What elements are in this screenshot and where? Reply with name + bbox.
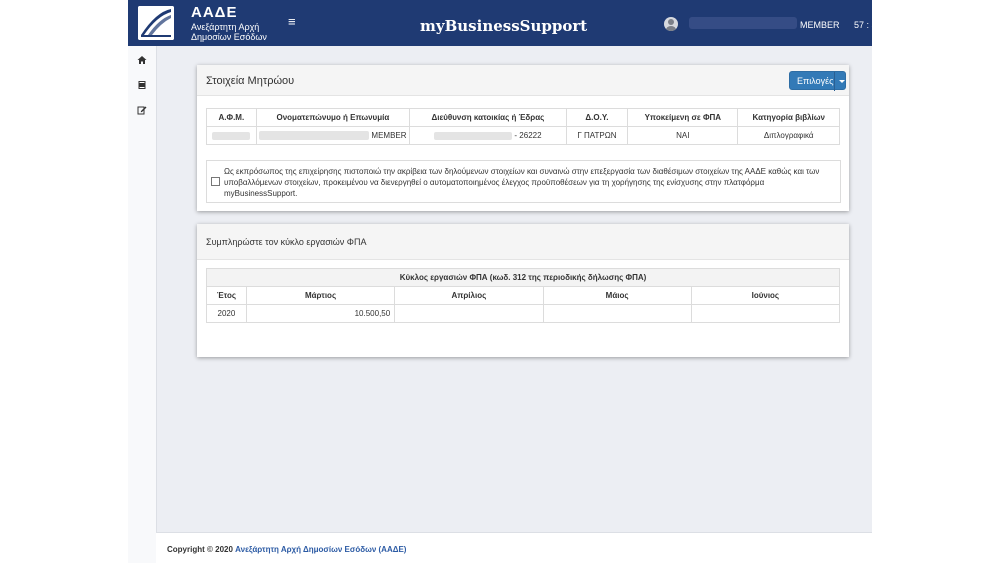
- book-category-cell: Διπλογραφικά: [737, 126, 840, 145]
- year-cell: 2020: [206, 304, 247, 323]
- name-redacted: [259, 131, 370, 141]
- logo-title: ΑΑΔΕ: [191, 4, 238, 21]
- home-icon[interactable]: [136, 55, 148, 67]
- may-input[interactable]: [542, 304, 692, 323]
- name-suffix: MEMBER: [371, 130, 407, 140]
- col-april: Απρίλιος: [394, 286, 544, 305]
- session-timer: 57 : 5: [854, 20, 872, 30]
- col-june: Ιούνιος: [690, 286, 841, 305]
- col-may: Μάιος: [542, 286, 692, 305]
- address-suffix: - 26222: [514, 131, 542, 140]
- registry-panel-header: Στοιχεία Μητρώου Επιλογές: [197, 65, 849, 96]
- options-label: Επιλογές: [797, 76, 834, 86]
- col-name: Ονοματεπώνυμο ή Επωνυμία: [255, 108, 411, 127]
- col-year: Έτος: [206, 286, 247, 305]
- address-cell: - 26222: [409, 126, 567, 145]
- menu-toggle-icon[interactable]: ≡: [288, 14, 296, 29]
- vat-subject-cell: ΝΑΙ: [627, 126, 739, 145]
- app-title: myBusinessSupport: [420, 17, 588, 35]
- vat-table-caption: Κύκλος εργασιών ΦΠΑ (κωδ. 312 της περιοδ…: [206, 268, 840, 287]
- footer-copyright: Copyright © 2020 Ανεξάρτητη Αρχή Δημοσίω…: [167, 545, 406, 554]
- march-input[interactable]: 10.500,50: [245, 304, 396, 323]
- aade-link[interactable]: Ανεξάρτητη Αρχή Δημοσίων Εσόδων (ΑΑΔΕ): [235, 545, 406, 554]
- address-redacted: [434, 131, 513, 140]
- afm-cell: [206, 126, 257, 145]
- col-tax-office: Δ.Ο.Υ.: [565, 108, 629, 127]
- edit-icon[interactable]: [136, 105, 148, 117]
- table-row: MEMBER - 26222 Γ ΠΑΤΡΩΝ ΝΑΙ Διπλογραφικά: [206, 126, 840, 145]
- vat-cycle-panel: Συμπληρώστε τον κύκλο εργασιών ΦΠΑ Κύκλο…: [197, 224, 849, 357]
- registry-table: Α.Φ.Μ. Ονοματεπώνυμο ή Επωνυμία Διεύθυνσ…: [206, 108, 840, 145]
- aade-logo-icon[interactable]: [138, 6, 174, 40]
- sidebar: [128, 46, 157, 563]
- logo-subtitle: Ανεξάρτητη Αρχή Δημοσίων Εσόδων: [191, 22, 267, 42]
- user-avatar-icon[interactable]: [664, 17, 678, 31]
- col-address: Διεύθυνση κατοικίας ή Έδρας: [409, 108, 567, 127]
- june-input[interactable]: [690, 304, 841, 323]
- vat-cycle-title: Συμπληρώστε τον κύκλο εργασιών ΦΠΑ: [206, 237, 367, 247]
- copyright-prefix: Copyright © 2020: [167, 545, 233, 554]
- name-cell: MEMBER: [255, 126, 411, 145]
- options-separator: [834, 72, 835, 91]
- tax-office-cell: Γ ΠΑΤΡΩΝ: [565, 126, 629, 145]
- registry-title: Στοιχεία Μητρώου: [206, 75, 295, 87]
- top-bar: ΑΑΔΕ Ανεξάρτητη Αρχή Δημοσίων Εσόδων ≡ m…: [128, 0, 872, 46]
- registry-header-row: Α.Φ.Μ. Ονοματεπώνυμο ή Επωνυμία Διεύθυνσ…: [206, 108, 840, 127]
- app-window: ΑΑΔΕ Ανεξάρτητη Αρχή Δημοσίων Εσόδων ≡ m…: [128, 0, 872, 563]
- table-row: 2020 10.500,50: [206, 304, 841, 323]
- book-icon[interactable]: [136, 80, 148, 92]
- col-march: Μάρτιος: [245, 286, 396, 305]
- vat-caption-row: Κύκλος εργασιών ΦΠΑ (κωδ. 312 της περιοδ…: [206, 268, 840, 287]
- afm-redacted: [212, 131, 251, 140]
- col-book-category: Κατηγορία βιβλίων: [737, 108, 840, 127]
- col-vat-subject: Υποκείμενη σε ΦΠΑ: [627, 108, 739, 127]
- consent-box: Ως εκπρόσωπος της επιχείρησης πιστοποιώ …: [206, 160, 841, 203]
- vat-header-row: Έτος Μάρτιος Απρίλιος Μάιος Ιούνιος: [206, 286, 841, 305]
- user-role: MEMBER: [800, 20, 840, 30]
- caret-down-icon: [839, 80, 845, 83]
- consent-checkbox[interactable]: [211, 177, 220, 186]
- footer: Copyright © 2020 Ανεξάρτητη Αρχή Δημοσίω…: [156, 532, 872, 563]
- registry-panel: Στοιχεία Μητρώου Επιλογές Α.Φ.Μ. Ονοματε…: [197, 65, 849, 211]
- consent-text: Ως εκπρόσωπος της επιχείρησης πιστοποιώ …: [224, 167, 820, 198]
- user-name-redacted: [689, 17, 797, 29]
- vat-cycle-panel-header: Συμπληρώστε τον κύκλο εργασιών ΦΠΑ: [197, 224, 849, 260]
- col-afm: Α.Φ.Μ.: [206, 108, 257, 127]
- april-input[interactable]: [394, 304, 544, 323]
- options-dropdown-button[interactable]: Επιλογές: [789, 71, 846, 91]
- vat-cycle-table: Κύκλος εργασιών ΦΠΑ (κωδ. 312 της περιοδ…: [206, 268, 841, 323]
